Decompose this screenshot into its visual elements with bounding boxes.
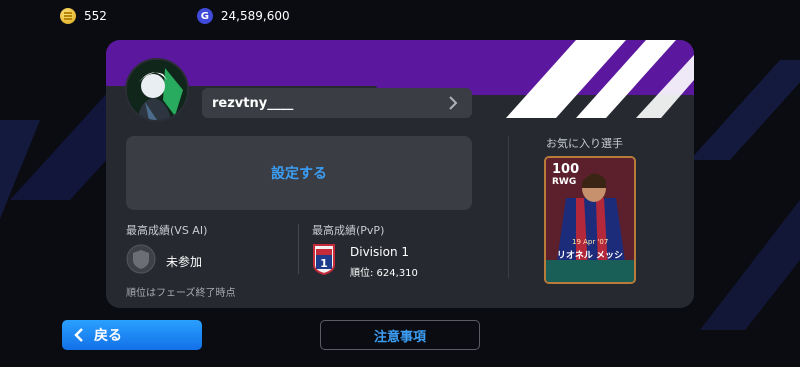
division-name: Division 1: [350, 245, 409, 259]
division-badge-icon: 1: [313, 244, 335, 275]
coin-icon: [60, 8, 76, 24]
username-text: rezvtny____: [212, 95, 294, 111]
pvp-best-label: 最高成績(PvP): [312, 224, 385, 237]
player-card-date: 19 Apr '07: [572, 238, 609, 246]
coin-amount: 552: [84, 9, 107, 23]
avatar[interactable]: [125, 58, 189, 122]
username-field[interactable]: rezvtny____: [202, 88, 472, 118]
gp-counter: G 24,589,600: [196, 8, 290, 24]
avatar-image: [127, 60, 187, 120]
favorite-divider: [508, 136, 509, 278]
player-card-footer: [546, 260, 634, 282]
player-rating: 100: [552, 162, 580, 177]
ai-status: 未参加: [166, 255, 203, 269]
player-position: RWG: [552, 177, 577, 187]
back-button[interactable]: 戻る: [62, 320, 202, 350]
chevron-left-icon: [74, 328, 83, 342]
section-divider: [298, 224, 299, 274]
ai-best-label: 最高成績(VS AI): [126, 224, 208, 237]
coin-counter: 552: [60, 8, 107, 24]
set-button[interactable]: 設定する: [126, 136, 472, 210]
favorite-player-label: お気に入り選手: [546, 137, 623, 150]
ranking-note: 順位はフェーズ終了時点: [126, 288, 236, 299]
division-badge-number: 1: [320, 257, 328, 270]
gp-icon: G: [196, 8, 213, 24]
shield-icon: [126, 244, 156, 274]
division-rank: 順位: 624,310: [350, 268, 418, 279]
chevron-right-icon: [449, 96, 458, 110]
currency-bar: 552 G 24,589,600: [60, 6, 290, 26]
favorite-player-card[interactable]: 100 RWG 19 Apr '07 リオネル メッシ: [544, 156, 636, 284]
gp-amount: 24,589,600: [220, 9, 290, 23]
back-label: 戻る: [94, 328, 122, 344]
notes-button[interactable]: 注意事項: [320, 320, 480, 350]
